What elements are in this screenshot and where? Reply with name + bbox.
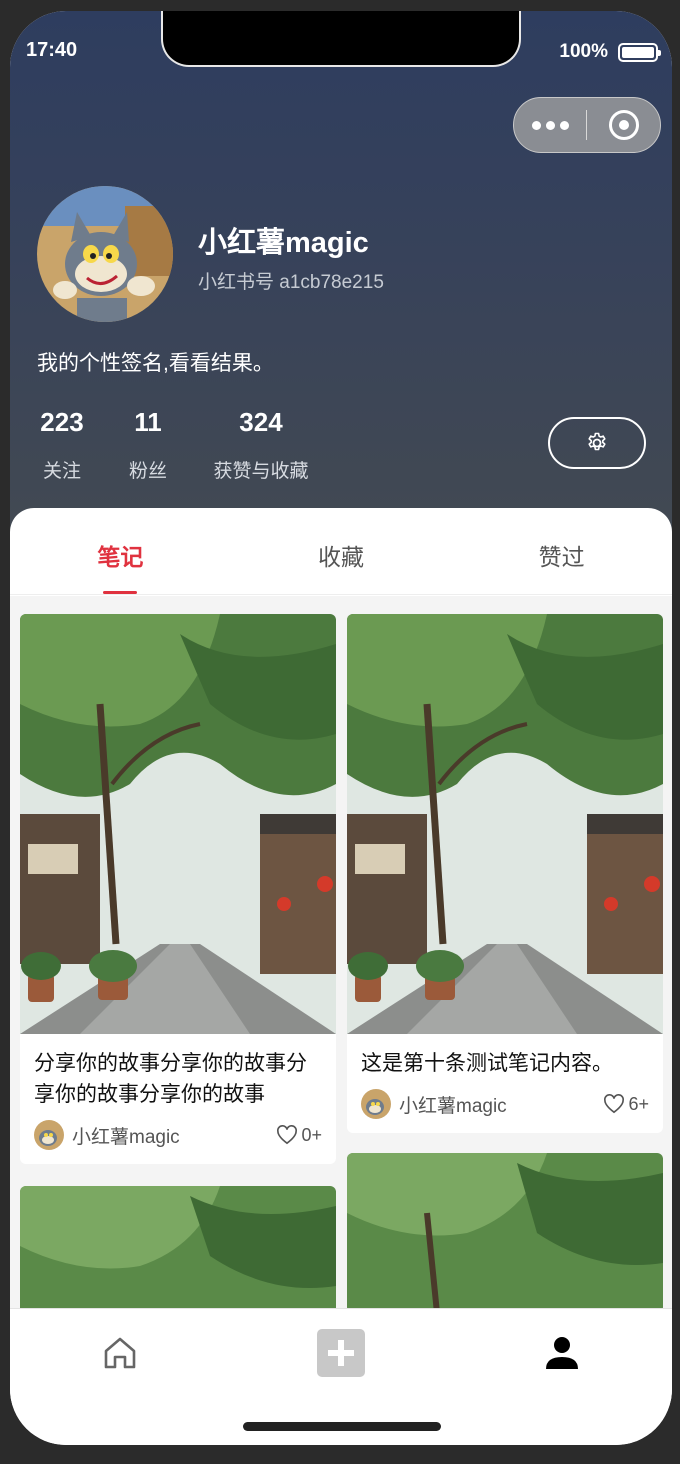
note-title: 分享你的故事分享你的故事分享你的故事分享你的故事 [34, 1052, 307, 1106]
stat-label: 关注 [42, 461, 81, 482]
stat-fans[interactable]: 11 粉丝 [121, 407, 175, 483]
stat-likes-collections[interactable]: 324 获赞与收藏 [206, 407, 316, 483]
battery-icon [618, 42, 661, 62]
phone-screen: 17:40 100% 小红薯magic 小红书号 a1cb78e215 我的个性… [10, 11, 672, 1445]
tab-add[interactable] [315, 1327, 367, 1379]
gear-icon [588, 432, 606, 451]
stat-label: 粉丝 [128, 461, 167, 482]
more-icon[interactable] [514, 120, 586, 130]
bottom-tab-bar [10, 1308, 672, 1445]
note-cover-image [20, 614, 336, 1034]
author-name: 小红薯magic [72, 1126, 180, 1148]
note-cover-image [347, 614, 663, 1034]
note-card[interactable]: 这是第十条测试笔记内容。 小红薯magic 6+ [347, 614, 663, 1133]
add-icon [317, 1329, 365, 1377]
avatar[interactable] [37, 186, 173, 322]
note-title: 这是第十条测试笔记内容。 [361, 1052, 613, 1075]
user-id: 小红书号 a1cb78e215 [198, 272, 384, 293]
note-cover-image [347, 1153, 663, 1308]
like-count: 0+ [301, 1124, 322, 1145]
note-meta: 小红薯magic 6+ [347, 1079, 663, 1133]
battery-percent: 100% [559, 41, 608, 62]
status-time: 17:40 [26, 39, 78, 61]
note-card[interactable]: 分享你的故事分享你的故事分享你的故事分享你的故事 小红薯magic 0+ [20, 614, 336, 1164]
stat-label: 获赞与收藏 [213, 461, 309, 482]
user-icon [546, 1337, 578, 1369]
tab-profile[interactable] [536, 1327, 588, 1379]
username: 小红薯magic [198, 227, 369, 259]
author-avatar [361, 1089, 391, 1119]
close-mini-program-button[interactable] [587, 110, 660, 140]
stat-value: 223 [40, 407, 84, 437]
stat-following[interactable]: 223 关注 [35, 407, 89, 483]
note-cover-image [20, 1186, 336, 1308]
like-button[interactable]: 0+ [276, 1125, 322, 1146]
author-avatar [34, 1120, 64, 1150]
home-icon [104, 1337, 136, 1369]
home-indicator [243, 1422, 441, 1431]
profile-tabs: 笔记 收藏 赞过 [10, 508, 672, 595]
note-card[interactable] [20, 1186, 336, 1308]
note-meta: 小红薯magic 0+ [20, 1110, 336, 1164]
device-notch [161, 11, 521, 67]
tab-collections[interactable]: 收藏 [231, 508, 452, 594]
bio: 我的个性签名,看看结果。 [37, 352, 274, 375]
heart-icon [604, 1094, 625, 1114]
heart-icon [277, 1125, 298, 1145]
note-card[interactable] [347, 1153, 663, 1308]
mini-program-capsule [513, 97, 661, 153]
stat-value: 11 [134, 407, 162, 437]
target-icon [608, 110, 639, 140]
author-name: 小红薯magic [399, 1095, 507, 1117]
notes-feed: 分享你的故事分享你的故事分享你的故事分享你的故事 小红薯magic 0+ 这是第… [10, 596, 672, 1308]
like-button[interactable]: 6+ [603, 1094, 649, 1115]
tab-home[interactable] [94, 1327, 146, 1379]
tab-notes[interactable]: 笔记 [10, 508, 231, 594]
content-panel: 笔记 收藏 赞过 分享你的故事分享你的故事分享你的故事分享你的故事 小红薯mag… [10, 508, 672, 1308]
like-count: 6+ [628, 1093, 649, 1114]
tab-liked[interactable]: 赞过 [451, 508, 672, 594]
status-right: 100% [559, 41, 661, 63]
settings-button[interactable] [548, 417, 646, 469]
stat-value: 324 [239, 407, 283, 437]
